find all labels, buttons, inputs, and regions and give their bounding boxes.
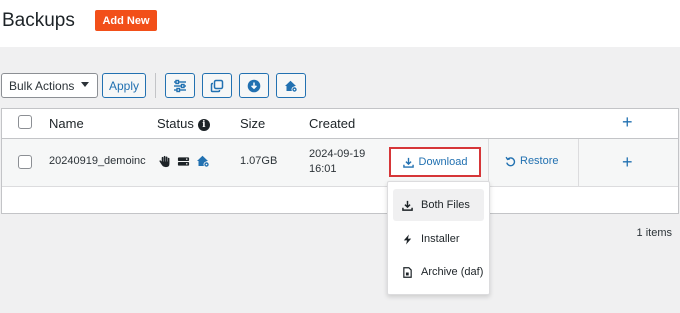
add-new-button[interactable]: Add New: [95, 10, 157, 31]
backup-size: 1.07GB: [240, 155, 278, 167]
info-icon[interactable]: i: [197, 119, 210, 131]
download-icon: [402, 157, 414, 168]
column-created[interactable]: Created: [309, 116, 355, 131]
menu-item-installer[interactable]: Installer: [393, 223, 484, 255]
copy-icon: [210, 79, 224, 92]
filter-button[interactable]: [165, 73, 195, 98]
row-checkbox[interactable]: [18, 155, 32, 169]
cell-divider: [578, 139, 579, 186]
items-count: 1 items: [636, 227, 672, 239]
bolt-icon: [403, 233, 412, 245]
select-all-checkbox[interactable]: [18, 115, 32, 129]
row-expand-plus-icon[interactable]: +: [622, 153, 633, 171]
download-icon: [402, 200, 413, 211]
menu-item-archive[interactable]: Archive (daf): [393, 256, 484, 288]
backup-name[interactable]: 20240919_demoinc: [49, 155, 146, 167]
download-button[interactable]: Download: [389, 147, 481, 177]
column-status-label: Status: [157, 116, 194, 131]
sliders-icon: [174, 79, 186, 92]
undo-icon: [505, 156, 516, 166]
house-gear-icon: [285, 80, 298, 92]
download-label: Download: [418, 156, 468, 168]
menu-item-both-files[interactable]: Both Files: [393, 189, 484, 221]
chevron-down-icon: [81, 82, 89, 87]
toolbar-divider: [155, 73, 156, 98]
created-date: 2024-09-19: [309, 148, 366, 160]
apply-button[interactable]: Apply: [102, 73, 146, 98]
menu-item-label: Both Files: [421, 199, 470, 211]
file-archive-icon: [403, 266, 412, 278]
house-gear-icon: [197, 155, 210, 168]
table-header: Name Status i Size Created +: [2, 109, 678, 139]
page-header: Backups Add New: [0, 0, 680, 47]
cell-divider: [488, 139, 489, 186]
hand-icon: [159, 155, 170, 167]
storage-icon: [177, 156, 190, 166]
download-menu: Both Files Installer Archive (daf): [387, 181, 490, 295]
bulk-actions-select[interactable]: Bulk Actions: [1, 73, 98, 98]
status-icons: [158, 154, 210, 168]
menu-item-label: Archive (daf): [421, 266, 484, 278]
column-name[interactable]: Name: [49, 116, 84, 131]
recovery-button[interactable]: [276, 73, 306, 98]
add-column-plus-icon[interactable]: +: [622, 113, 633, 131]
table-row: 20240919_demoinc 1.07GB 2024-09-19 16:01…: [2, 139, 678, 187]
restore-label: Restore: [520, 155, 559, 167]
column-size[interactable]: Size: [240, 116, 265, 131]
restore-link[interactable]: Restore: [505, 155, 559, 167]
bulk-actions-label: Bulk Actions: [9, 78, 75, 93]
page-title: Backups: [2, 10, 75, 31]
column-status: Status i: [157, 116, 210, 131]
import-button[interactable]: [239, 73, 269, 98]
download-circle-icon: [247, 79, 261, 92]
menu-item-label: Installer: [421, 233, 460, 245]
copy-button[interactable]: [202, 73, 232, 98]
created-time: 16:01: [309, 163, 337, 175]
